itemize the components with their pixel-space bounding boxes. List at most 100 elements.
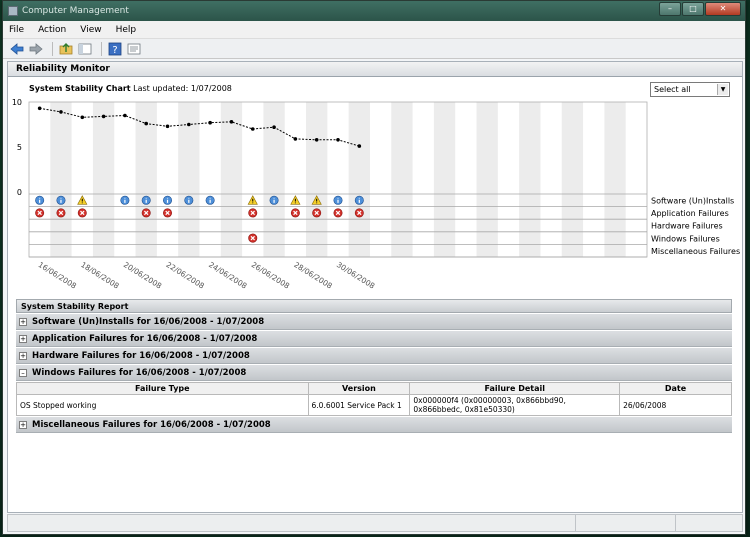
section-label: Application Failures for 16/06/2008 - 1/…	[32, 333, 258, 344]
window-controls: – □ ✕	[658, 2, 741, 16]
collapse-icon[interactable]: –	[19, 368, 27, 377]
event-row-label: Miscellaneous Failures	[651, 247, 740, 256]
status-cell	[676, 515, 742, 531]
stability-chart[interactable]: 10 5 0 Software (Un)Installs Application Fai…	[8, 96, 742, 296]
stability-index-point[interactable]	[293, 137, 298, 141]
stability-index-point[interactable]	[314, 138, 319, 142]
computer-management-icon	[8, 6, 18, 16]
stability-index-point[interactable]	[80, 115, 85, 120]
column-stripe	[263, 102, 285, 257]
show-hide-tree-icon[interactable]	[77, 41, 93, 57]
column-header-failure-detail[interactable]: Failure Detail	[409, 382, 621, 395]
chart-frame	[28, 101, 648, 258]
menu-file[interactable]: File	[9, 25, 24, 35]
event-row-label: Software (Un)Installs	[651, 197, 734, 206]
stability-index-point[interactable]	[336, 138, 340, 142]
stability-index-point[interactable]	[187, 122, 191, 127]
stability-index-point[interactable]	[144, 121, 149, 126]
column-stripe	[306, 102, 328, 257]
maximize-button[interactable]: □	[682, 2, 704, 16]
y-tick-label: 10	[12, 98, 22, 107]
stability-index-point[interactable]	[37, 106, 42, 111]
column-stripe	[561, 102, 584, 257]
stability-index-point[interactable]	[357, 144, 362, 148]
section-label: Windows Failures for 16/06/2008 - 1/07/2…	[32, 367, 247, 378]
menu-bar: File Action View Help	[3, 21, 745, 39]
x-tick-label: 16/06/2008	[37, 260, 79, 291]
panel-title: Reliability Monitor	[8, 62, 742, 77]
reliability-monitor-panel: Reliability Monitor System Stability Cha…	[7, 61, 743, 513]
section-misc-failures[interactable]: + Miscellaneous Failures for 16/06/2008 …	[16, 417, 732, 433]
stability-index-point[interactable]	[250, 127, 255, 131]
status-bar	[7, 514, 743, 532]
expand-icon[interactable]: +	[19, 420, 27, 429]
report-title: System Stability Report	[16, 299, 732, 313]
date-select-dropdown[interactable]: Select all ▼	[650, 82, 730, 97]
status-cell	[8, 515, 576, 531]
section-label: Software (Un)Installs for 16/06/2008 - 1…	[32, 316, 265, 327]
expand-icon[interactable]: +	[19, 334, 27, 343]
section-label: Miscellaneous Failures for 16/06/2008 - …	[32, 419, 271, 430]
expand-icon[interactable]: +	[19, 317, 27, 326]
table-header-row: Failure Type Version Failure Detail Date	[16, 382, 732, 395]
column-stripe	[348, 102, 370, 257]
last-updated: Last updated: 1/07/2008	[133, 84, 232, 93]
stability-index-point[interactable]	[101, 114, 106, 119]
cell-date: 26/06/2008	[619, 394, 732, 416]
menu-help[interactable]: Help	[116, 25, 137, 35]
section-software-installs[interactable]: + Software (Un)Installs for 16/06/2008 -…	[16, 314, 732, 330]
column-stripe	[391, 102, 413, 257]
column-stripe	[519, 102, 541, 257]
help-icon[interactable]: ?	[107, 41, 123, 57]
section-hardware-failures[interactable]: + Hardware Failures for 16/06/2008 - 1/0…	[16, 348, 732, 364]
column-stripe	[220, 102, 243, 257]
column-stripe	[92, 102, 115, 257]
event-row-label: Windows Failures	[651, 234, 720, 243]
stability-index-point[interactable]	[123, 113, 127, 118]
status-cell	[576, 515, 676, 531]
close-button[interactable]: ✕	[705, 2, 741, 16]
up-folder-icon[interactable]	[58, 41, 74, 57]
section-application-failures[interactable]: + Application Failures for 16/06/2008 - …	[16, 331, 732, 347]
stability-index-point[interactable]	[165, 124, 170, 129]
computer-management-window: Computer Management – □ ✕ File Action Vi…	[2, 0, 746, 535]
svg-text:?: ?	[112, 45, 117, 56]
x-tick-label: 30/06/2008	[335, 260, 377, 291]
cell-failure-detail: 0x000000f4 (0x00000003, 0x866bbd90, 0x86…	[409, 394, 621, 416]
section-windows-failures[interactable]: – Windows Failures for 16/06/2008 - 1/07…	[16, 365, 732, 381]
column-stripe	[50, 102, 72, 257]
menu-action[interactable]: Action	[38, 25, 66, 35]
toolbar-separator	[101, 41, 102, 56]
forward-icon[interactable]	[28, 41, 44, 57]
stability-index-point[interactable]	[208, 120, 212, 125]
expand-icon[interactable]: +	[19, 351, 27, 360]
table-row[interactable]: OS Stopped working 6.0.6001 Service Pack…	[16, 394, 732, 416]
column-header-date[interactable]: Date	[619, 382, 732, 395]
column-stripe	[433, 102, 456, 257]
x-tick-label: 24/06/2008	[207, 260, 249, 291]
x-tick-label: 22/06/2008	[164, 260, 206, 291]
y-tick-label: 0	[17, 188, 22, 197]
properties-icon[interactable]	[126, 41, 142, 57]
column-header-version[interactable]: Version	[307, 382, 411, 395]
stability-index-point[interactable]	[272, 125, 276, 129]
window-title: Computer Management	[22, 6, 129, 16]
section-label: Hardware Failures for 16/06/2008 - 1/07/…	[32, 350, 250, 361]
stability-index-point[interactable]	[229, 120, 234, 124]
windows-failures-table: Failure Type Version Failure Detail Date…	[16, 382, 732, 416]
cell-version: 6.0.6001 Service Pack 1	[307, 394, 411, 416]
chevron-down-icon[interactable]: ▼	[717, 84, 728, 95]
event-row-label: Hardware Failures	[651, 222, 723, 231]
x-tick-label: 18/06/2008	[79, 260, 121, 291]
stability-index-point[interactable]	[59, 110, 63, 114]
title-bar[interactable]: Computer Management – □ ✕	[3, 1, 745, 21]
toolbar-separator	[52, 41, 53, 56]
column-header-failure-type[interactable]: Failure Type	[16, 382, 309, 395]
date-select-value: Select all	[654, 85, 691, 94]
cell-failure-type: OS Stopped working	[16, 394, 309, 416]
back-icon[interactable]	[9, 41, 25, 57]
x-tick-label: 28/06/2008	[292, 260, 334, 291]
toolbar: ?	[3, 39, 745, 59]
menu-view[interactable]: View	[80, 25, 101, 35]
minimize-button[interactable]: –	[659, 2, 681, 16]
